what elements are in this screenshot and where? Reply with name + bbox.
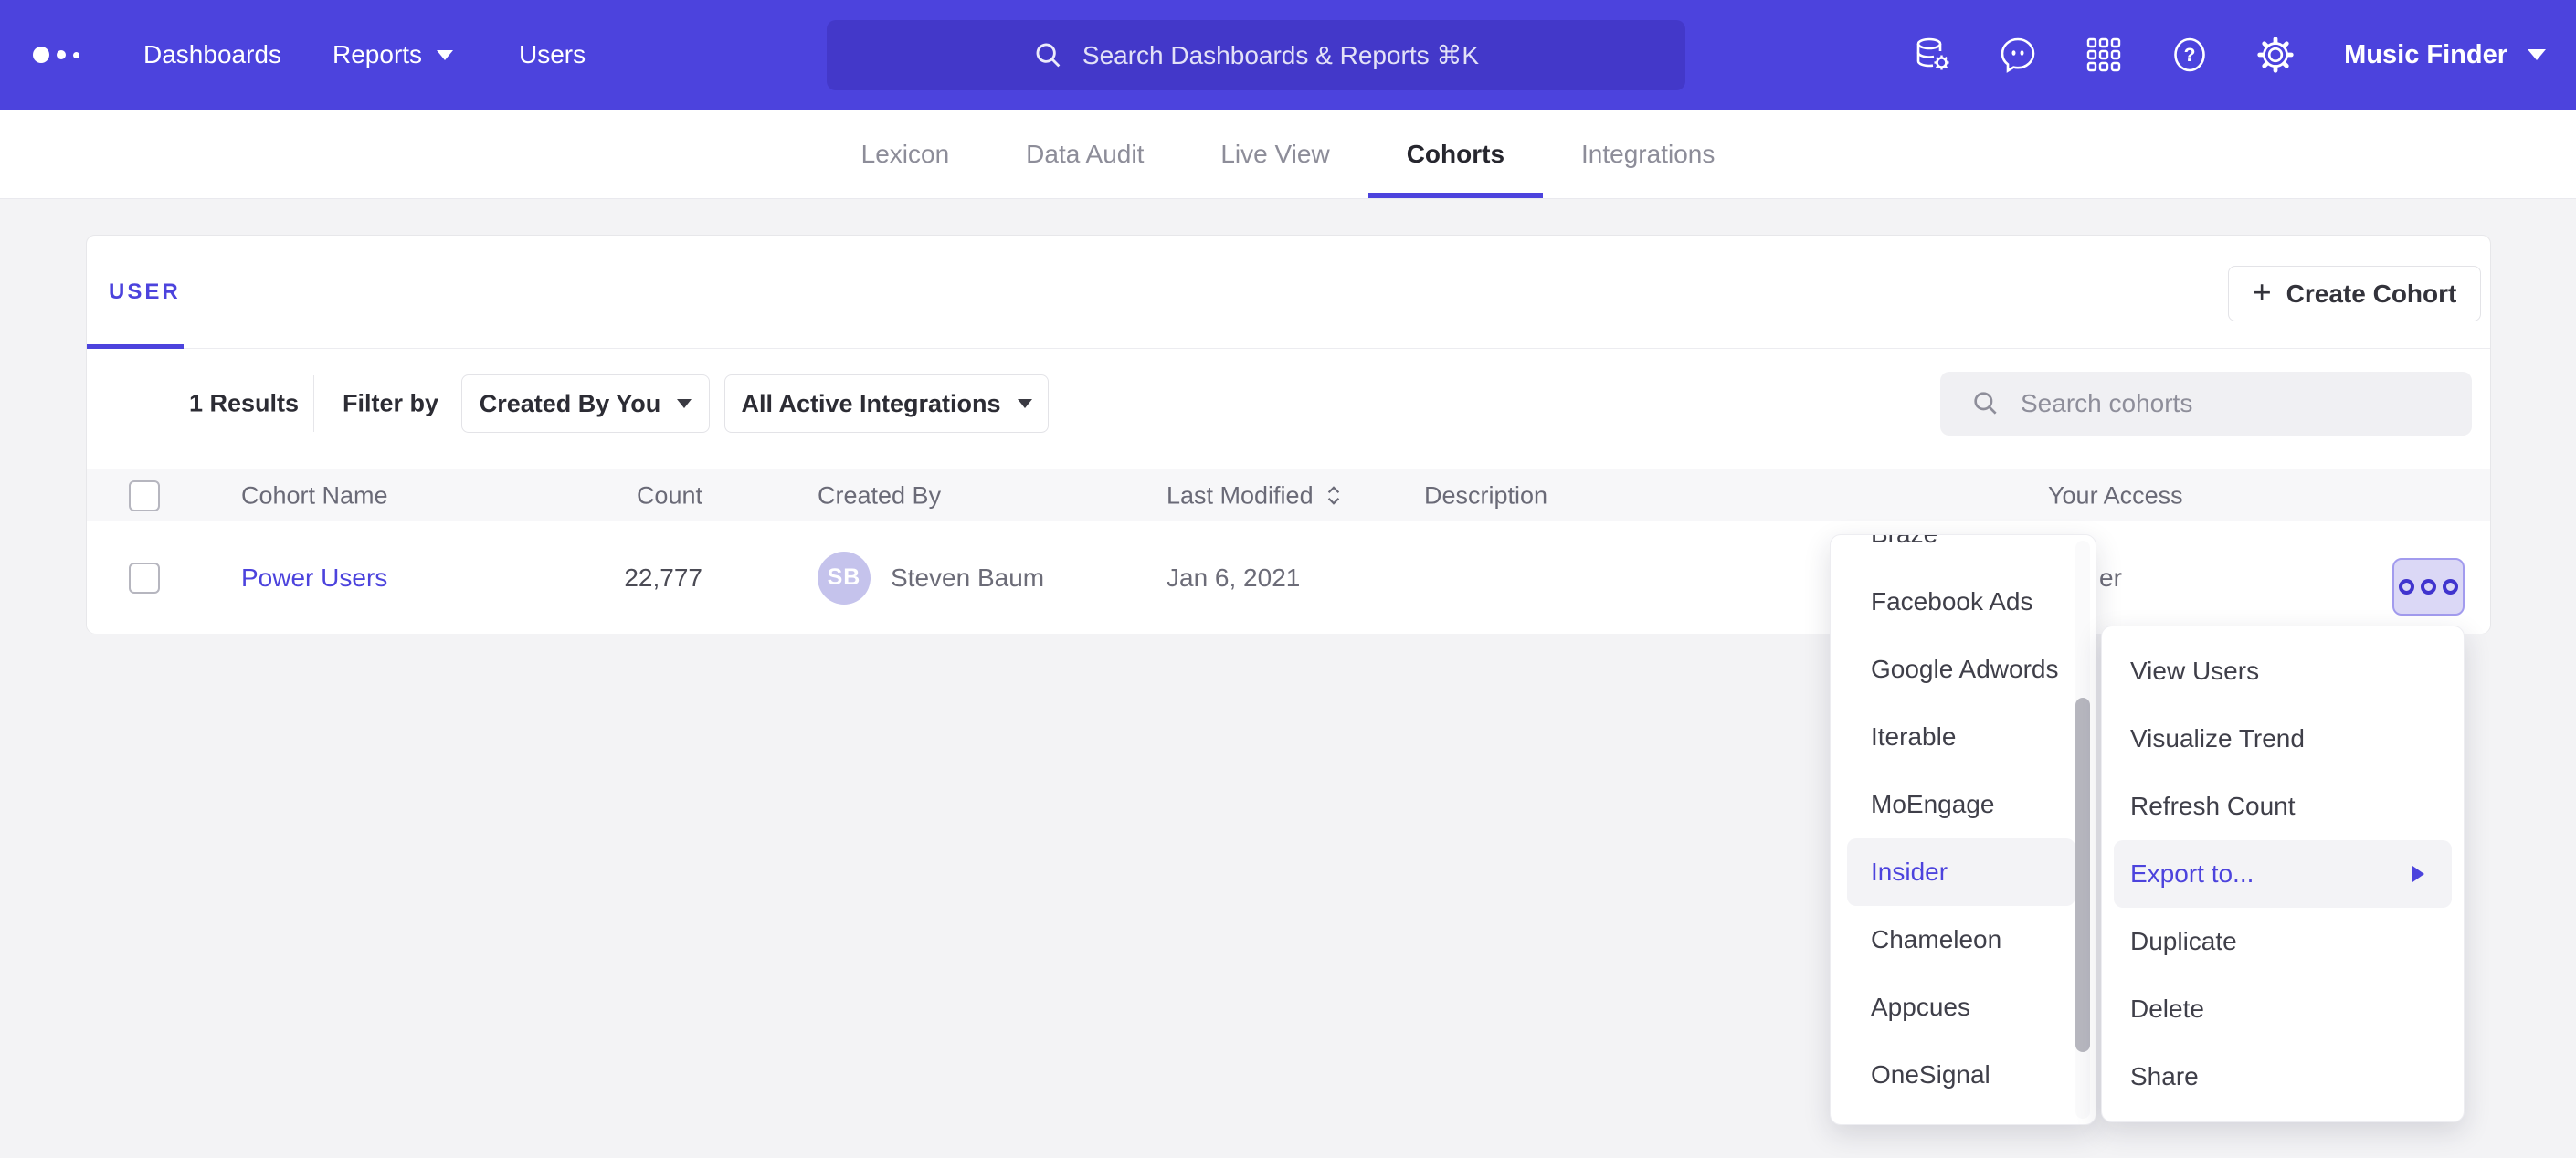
menu-item-view-users[interactable]: View Users [2114, 637, 2452, 705]
row-context-menu: View Users Visualize Trend Refresh Count… [2101, 626, 2465, 1122]
menu-item-duplicate[interactable]: Duplicate [2114, 908, 2452, 975]
apps-grid-icon[interactable] [2061, 0, 2147, 110]
more-options-button[interactable] [2392, 558, 2465, 616]
cohorts-card: USER + Create Cohort 1 Results Filter by… [86, 235, 2491, 634]
scrollbar-track [2075, 541, 2090, 1119]
tab-cohorts[interactable]: Cohorts [1368, 110, 1543, 198]
nav-reports-label: Reports [333, 40, 422, 69]
menu-item-insider[interactable]: Insider [1847, 838, 2075, 906]
project-name: Music Finder [2344, 40, 2507, 70]
column-created-by: Created By [818, 481, 941, 510]
divider [313, 375, 314, 432]
tab-lexicon[interactable]: Lexicon [823, 110, 988, 198]
logo-dot [57, 50, 66, 59]
tab-integrations[interactable]: Integrations [1543, 110, 1753, 198]
tab-user-cohorts[interactable]: USER [109, 279, 181, 305]
row-checkbox[interactable] [129, 563, 160, 594]
cohort-search-input[interactable]: Search cohorts [1940, 372, 2472, 436]
more-options-icon [2443, 579, 2458, 595]
more-options-icon [2421, 579, 2436, 595]
menu-item-export-to[interactable]: Export to... [2114, 840, 2452, 908]
export-submenu: Braze Facebook Ads Google Adwords Iterab… [1830, 534, 2096, 1125]
cohort-name-link[interactable]: Power Users [241, 563, 387, 593]
filter-row: 1 Results Filter by Created By You All A… [87, 371, 2490, 437]
filter-by-label: Filter by [343, 390, 438, 418]
integrations-filter-label: All Active Integrations [741, 390, 1000, 418]
cohort-count: 22,777 [525, 563, 702, 593]
data-management-tabs: Lexicon Data Audit Live View Cohorts Int… [0, 110, 2576, 199]
table-row: Power Users 22,777 SB Steven Baum Jan 6,… [87, 521, 2490, 634]
card-header: USER + Create Cohort [87, 236, 2490, 349]
column-cohort-name: Cohort Name [241, 481, 388, 510]
create-cohort-label: Create Cohort [2286, 279, 2457, 309]
menu-item-facebook-ads[interactable]: Facebook Ads [1847, 568, 2075, 636]
menu-item-visualize-trend[interactable]: Visualize Trend [2114, 705, 2452, 773]
top-navbar: Dashboards Reports Users Search Dashboar… [0, 0, 2576, 110]
settings-gear-icon[interactable] [2233, 0, 2318, 110]
table-header: Cohort Name Count Created By Last Modifi… [87, 469, 2490, 521]
integrations-filter-dropdown[interactable]: All Active Integrations [724, 374, 1049, 433]
row-context-menu-list: View Users Visualize Trend Refresh Count… [2102, 637, 2464, 1111]
menu-item-iterable[interactable]: Iterable [1847, 703, 2075, 771]
caret-down-icon [1018, 399, 1032, 408]
nav-reports[interactable]: Reports [333, 0, 453, 110]
search-icon [1971, 389, 2001, 418]
menu-item-delete[interactable]: Delete [2114, 975, 2452, 1043]
more-options-icon [2399, 579, 2414, 595]
tab-live-view[interactable]: Live View [1182, 110, 1367, 198]
menu-item-moengage[interactable]: MoEngage [1847, 771, 2075, 838]
logo-dot [73, 52, 79, 58]
global-search-input[interactable]: Search Dashboards & Reports ⌘K [827, 20, 1685, 90]
help-icon[interactable]: ? [2147, 0, 2233, 110]
caret-down-icon [677, 399, 692, 408]
plus-icon: + [2253, 276, 2272, 309]
topnav-right-group: ? M [1889, 0, 2546, 110]
feedback-icon[interactable] [1975, 0, 2061, 110]
logo-dots-icon[interactable] [33, 0, 79, 110]
select-all-checkbox[interactable] [129, 480, 160, 511]
cohorts-page: Dashboards Reports Users Search Dashboar… [0, 0, 2576, 1158]
scrollbar-thumb[interactable] [2075, 698, 2090, 1052]
menu-item-refresh-count[interactable]: Refresh Count [2114, 773, 2452, 840]
menu-item-share[interactable]: Share [2114, 1043, 2452, 1111]
your-access-value-fragment: er [2099, 563, 2122, 593]
global-search-placeholder: Search Dashboards & Reports ⌘K [1082, 40, 1479, 70]
menu-item-google-adwords[interactable]: Google Adwords [1847, 636, 2075, 703]
project-caret-icon [2528, 49, 2546, 60]
export-submenu-list: Braze Facebook Ads Google Adwords Iterab… [1831, 534, 2096, 1109]
nav-dashboards[interactable]: Dashboards [143, 0, 281, 110]
avatar: SB [818, 552, 871, 605]
project-switcher[interactable]: Music Finder [2344, 40, 2546, 70]
menu-item-onesignal[interactable]: OneSignal [1847, 1041, 2075, 1109]
column-last-modified-label: Last Modified [1167, 481, 1314, 510]
svg-text:?: ? [2184, 45, 2196, 66]
created-by-filter-dropdown[interactable]: Created By You [461, 374, 710, 433]
created-by-name: Steven Baum [891, 563, 1044, 593]
caret-down-icon [437, 50, 453, 60]
logo-dot [33, 47, 49, 63]
user-tab-underline [87, 344, 184, 349]
column-your-access: Your Access [2048, 481, 2183, 510]
last-modified-value: Jan 6, 2021 [1167, 563, 1300, 593]
results-count: 1 Results [189, 390, 299, 418]
search-icon [1033, 40, 1064, 71]
menu-item-appcues[interactable]: Appcues [1847, 974, 2075, 1041]
create-cohort-button[interactable]: + Create Cohort [2228, 266, 2481, 321]
data-management-icon[interactable] [1889, 0, 1975, 110]
export-to-label: Export to... [2130, 859, 2254, 889]
column-description: Description [1424, 481, 1547, 510]
tab-data-audit[interactable]: Data Audit [987, 110, 1182, 198]
nav-users[interactable]: Users [519, 0, 586, 110]
cohort-search-placeholder: Search cohorts [2021, 389, 2192, 418]
menu-item-braze[interactable]: Braze [1847, 534, 2075, 568]
column-last-modified[interactable]: Last Modified [1167, 481, 1343, 510]
menu-item-chameleon[interactable]: Chameleon [1847, 906, 2075, 974]
submenu-arrow-icon [2412, 866, 2424, 882]
column-count: Count [525, 481, 702, 510]
sort-icon [1325, 484, 1343, 508]
created-by-filter-label: Created By You [480, 390, 661, 418]
